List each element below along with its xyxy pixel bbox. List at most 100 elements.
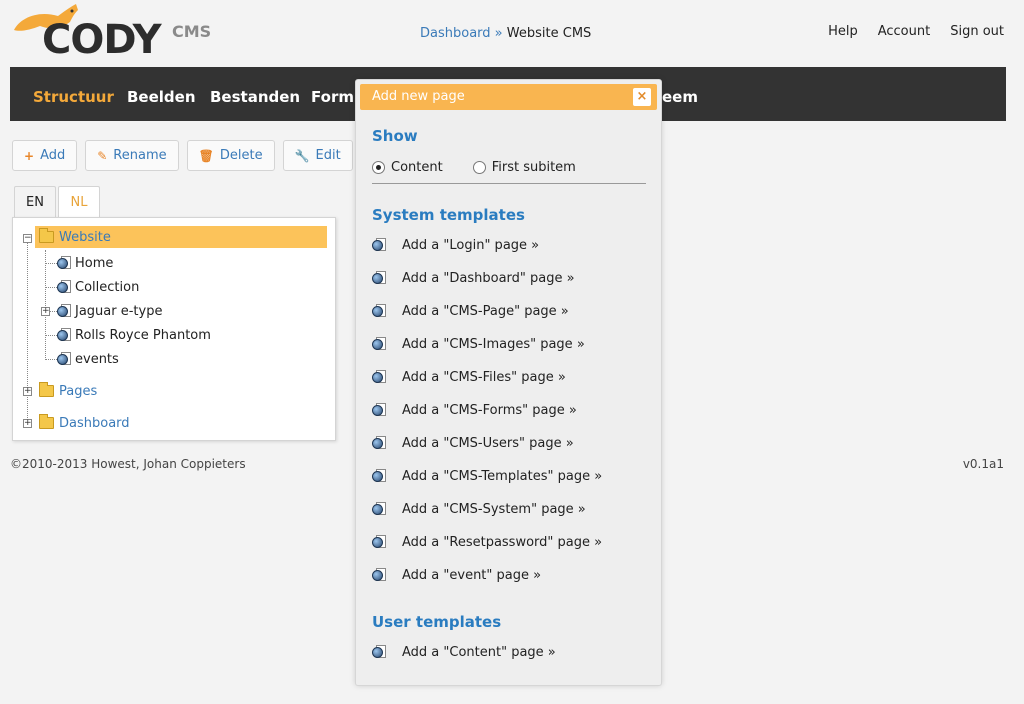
page-globe-icon [372,568,386,583]
page-globe-icon [372,535,386,550]
wrench-icon: 🔧 [294,148,310,163]
expand-toggle[interactable]: + [41,307,50,316]
trash-icon: 🗑 [198,148,214,163]
tree-line [45,359,57,360]
system-template-item[interactable]: Add a "CMS-Forms" page » [372,403,577,418]
tree-line [45,335,57,336]
nav-structuur[interactable]: Structuur [33,88,114,106]
expand-toggle[interactable]: + [23,419,32,428]
template-item-label: Add a "CMS-Files" page » [402,370,566,385]
template-item-label: Add a "Login" page » [402,238,540,253]
close-icon[interactable]: × [633,88,651,106]
breadcrumb-separator: » [494,26,503,41]
version: v0.1a1 [962,457,1004,471]
page-globe-icon [372,238,386,253]
tree-item-rolls-royce[interactable]: Rolls Royce Phantom [57,324,211,346]
nav-systeem[interactable]: eem [662,88,698,106]
page-globe-icon [372,436,386,451]
tree-item-label: Home [75,255,114,271]
top-links: Help Account Sign out [828,24,1004,39]
add-button[interactable]: + Add [12,140,78,171]
tab-nl[interactable]: NL [58,186,100,218]
system-template-item[interactable]: Add a "CMS-Users" page » [372,436,574,451]
page-globe-icon [372,337,386,352]
help-link[interactable]: Help [828,24,858,39]
show-first-subitem-radio[interactable]: First subitem [472,160,576,175]
copyright: ©2010-2013 Howest, Johan Coppieters [10,457,246,471]
tree-item-label: Website [59,229,111,245]
system-template-item[interactable]: Add a "Resetpassword" page » [372,535,602,550]
tree-toolbar: + Add ✎ Rename 🗑 Delete 🔧 Edit [12,140,353,171]
brand-sub: CMS [172,22,212,41]
expand-toggle[interactable]: + [23,387,32,396]
dialog-header: Add new page × [360,84,657,110]
tab-en[interactable]: EN [14,186,56,217]
rename-button[interactable]: ✎ Rename [85,140,179,171]
tree-item-home[interactable]: Home [57,252,113,274]
tree-line [45,250,46,360]
radio-label: First subitem [491,160,576,175]
account-link[interactable]: Account [878,24,931,39]
user-templates-title: User templates [372,613,502,631]
tree-item-label: Rolls Royce Phantom [75,327,211,343]
system-template-item[interactable]: Add a "Dashboard" page » [372,271,575,286]
tree-item-dashboard[interactable]: Dashboard [39,412,130,434]
edit-button[interactable]: 🔧 Edit [282,140,353,171]
template-item-label: Add a "Resetpassword" page » [402,535,603,550]
folder-icon [39,382,54,397]
breadcrumb: Dashboard » Website CMS [420,26,591,41]
page-globe-icon [372,271,386,286]
page-globe-icon [372,403,386,418]
template-item-label: Add a "event" page » [402,568,542,583]
system-template-item[interactable]: Add a "event" page » [372,568,541,583]
system-template-item[interactable]: Add a "Login" page » [372,238,539,253]
tree-item-label: events [75,351,119,367]
plus-icon: + [24,148,35,163]
template-item-label: Add a "CMS-Images" page » [402,337,585,352]
nav-bestanden[interactable]: Bestanden [210,88,300,106]
tree-line [27,240,28,424]
cody-logo[interactable]: CODY CMS [10,0,212,64]
show-options: Content First subitem [372,160,646,184]
tree-item-label: Dashboard [59,415,130,431]
site-tree: − Website Home Collection + Jaguar e-typ… [12,217,336,441]
system-template-item[interactable]: Add a "CMS-Page" page » [372,304,569,319]
show-content-radio[interactable]: Content [372,160,443,175]
page-globe-icon [372,370,386,385]
pencil-icon: ✎ [97,148,108,163]
page-globe-icon [57,303,71,319]
template-item-label: Add a "CMS-Templates" page » [402,469,603,484]
add-page-dialog: Add new page × Show Content First subite… [355,79,662,686]
radio-icon [472,161,486,174]
user-template-item[interactable]: Add a "Content" page » [372,645,556,660]
tree-item-collection[interactable]: Collection [57,276,139,298]
tree-item-events[interactable]: events [57,348,119,370]
tree-item-pages[interactable]: Pages [39,380,97,402]
system-template-item[interactable]: Add a "CMS-Images" page » [372,337,585,352]
tree-item-label: Collection [75,279,140,295]
tree-line [45,263,57,264]
system-template-item[interactable]: Add a "CMS-System" page » [372,502,586,517]
page-globe-icon [372,304,386,319]
breadcrumb-current: Website CMS [506,26,592,41]
system-template-item[interactable]: Add a "CMS-Templates" page » [372,469,602,484]
page-globe-icon [57,279,71,295]
delete-button-label: Delete [219,148,263,163]
system-template-item[interactable]: Add a "CMS-Files" page » [372,370,566,385]
template-item-label: Add a "Dashboard" page » [402,271,575,286]
collapse-toggle[interactable]: − [23,234,32,243]
edit-button-label: Edit [315,148,341,163]
tree-item-label: Pages [59,383,98,399]
delete-button[interactable]: 🗑 Delete [186,140,275,171]
language-tabs: EN NL [14,186,100,218]
template-item-label: Add a "Content" page » [402,645,556,660]
template-item-label: Add a "CMS-Forms" page » [402,403,577,418]
tree-item-website[interactable]: Website [35,226,327,248]
page-globe-icon [57,255,71,271]
nav-beelden[interactable]: Beelden [127,88,196,106]
add-button-label: Add [40,148,66,163]
tree-item-jaguar[interactable]: Jaguar e-type [57,300,162,322]
breadcrumb-dashboard-link[interactable]: Dashboard [420,26,491,41]
sign-out-link[interactable]: Sign out [950,24,1004,39]
brand-name: CODY [42,17,162,63]
